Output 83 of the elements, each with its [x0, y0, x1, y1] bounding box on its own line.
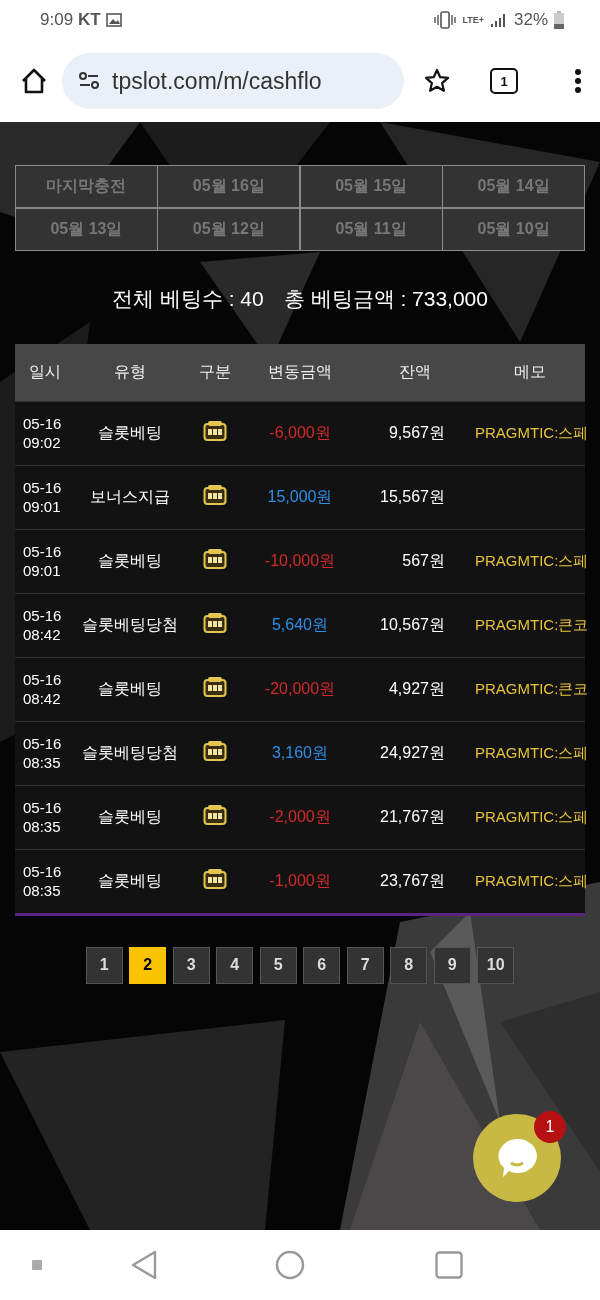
column-header: 유형: [75, 343, 185, 401]
star-icon[interactable]: [424, 68, 450, 94]
battery-icon: [554, 11, 564, 29]
type-cell: 슬롯베팅: [75, 529, 185, 593]
balance-cell: 4,927원: [355, 657, 475, 721]
datetime-cell: 05-16 08:42: [15, 657, 75, 721]
column-header: 일시: [15, 343, 75, 401]
bet-count: 전체 베팅수 : 40: [112, 285, 264, 312]
image-icon: [105, 13, 122, 27]
slot-machine-icon: [203, 484, 227, 506]
column-header: 메모: [475, 343, 585, 401]
type-cell: 슬롯베팅당첨: [75, 721, 185, 785]
amount-cell: -6,000원: [245, 401, 355, 465]
network-type: LTE+: [462, 15, 484, 25]
slot-machine-icon: [203, 804, 227, 826]
type-cell: 슬롯베팅당첨: [75, 593, 185, 657]
balance-cell: 10,567원: [355, 593, 475, 657]
column-header: 구분: [185, 343, 245, 401]
site-settings-icon[interactable]: [78, 71, 100, 91]
recents-icon[interactable]: [435, 1251, 463, 1279]
memo-text: PRAGMTIC:스페: [475, 807, 589, 825]
page-button[interactable]: 2: [129, 946, 167, 984]
datetime-cell: 05-16 09:01: [15, 465, 75, 529]
type-cell: 보너스지급: [75, 465, 185, 529]
balance-cell: 24,927원: [355, 721, 475, 785]
balance-cell: 15,567원: [355, 465, 475, 529]
page-button[interactable]: 5: [259, 946, 297, 984]
signal-icon: [489, 12, 508, 28]
type-cell: 슬롯베팅: [75, 401, 185, 465]
menu-icon[interactable]: [574, 68, 582, 94]
type-cell: 슬롯베팅: [75, 657, 185, 721]
slot-machine-icon: [203, 548, 227, 570]
amount-cell: 3,160원: [245, 721, 355, 785]
page-button[interactable]: 8: [390, 946, 428, 984]
column-header: 잔액: [355, 343, 475, 401]
address-bar[interactable]: tpslot.com/m/cashflo: [62, 53, 404, 109]
vibrate-icon: [434, 11, 457, 29]
balance-cell: 9,567원: [355, 401, 475, 465]
amount-cell: -2,000원: [245, 785, 355, 849]
home-button-icon[interactable]: [275, 1250, 305, 1280]
amount-cell: -20,000원: [245, 657, 355, 721]
datetime-cell: 05-16 09:01: [15, 529, 75, 593]
memo-text: PRAGMTIC:스페: [475, 743, 589, 761]
slot-machine-icon: [203, 740, 227, 762]
balance-cell: 21,767원: [355, 785, 475, 849]
amount-cell: -10,000원: [245, 529, 355, 593]
page-button[interactable]: 10: [477, 946, 515, 984]
memo-text: PRAGMTIC:스페: [475, 871, 589, 889]
tab-switcher[interactable]: 1: [490, 68, 518, 94]
memo-text: PRAGMTIC:스페: [475, 423, 589, 441]
slot-machine-icon: [203, 420, 227, 442]
datetime-cell: 05-16 09:02: [15, 401, 75, 465]
memo-text: PRAGMTIC:스페: [475, 551, 589, 569]
page-button[interactable]: 4: [216, 946, 254, 984]
memo-text: PRAGMTIC:큰코: [475, 679, 589, 697]
battery-percent: 32%: [513, 10, 548, 30]
clock-time: 9:09: [40, 10, 74, 30]
amount-cell: 15,000원: [245, 465, 355, 529]
datetime-cell: 05-16 08:35: [15, 785, 75, 849]
datetime-cell: 05-16 08:42: [15, 593, 75, 657]
page-button[interactable]: 3: [172, 946, 210, 984]
slot-machine-icon: [203, 676, 227, 698]
datetime-cell: 05-16 08:35: [15, 849, 75, 914]
slot-machine-icon: [203, 612, 227, 634]
amount-cell: 5,640원: [245, 593, 355, 657]
url-text: tpslot.com/m/cashflo: [112, 67, 322, 95]
bet-total: 총 베팅금액 : 733,000: [283, 285, 488, 312]
chat-bubble-icon: [496, 1137, 538, 1179]
page-button[interactable]: 6: [303, 946, 341, 984]
type-cell: 슬롯베팅: [75, 849, 185, 914]
page-button[interactable]: 7: [346, 946, 384, 984]
page-button[interactable]: 1: [85, 946, 123, 984]
balance-cell: 23,767원: [355, 849, 475, 914]
memo-text: PRAGMTIC:큰코: [475, 615, 589, 633]
datetime-cell: 05-16 08:35: [15, 721, 75, 785]
slot-machine-icon: [203, 868, 227, 890]
amount-cell: -1,000원: [245, 849, 355, 914]
back-icon[interactable]: [130, 1250, 158, 1280]
carrier-name: KT: [78, 10, 101, 30]
column-header: 변동금액: [245, 343, 355, 401]
balance-cell: 567원: [355, 529, 475, 593]
type-cell: 슬롯베팅: [75, 785, 185, 849]
home-icon[interactable]: [20, 67, 48, 95]
